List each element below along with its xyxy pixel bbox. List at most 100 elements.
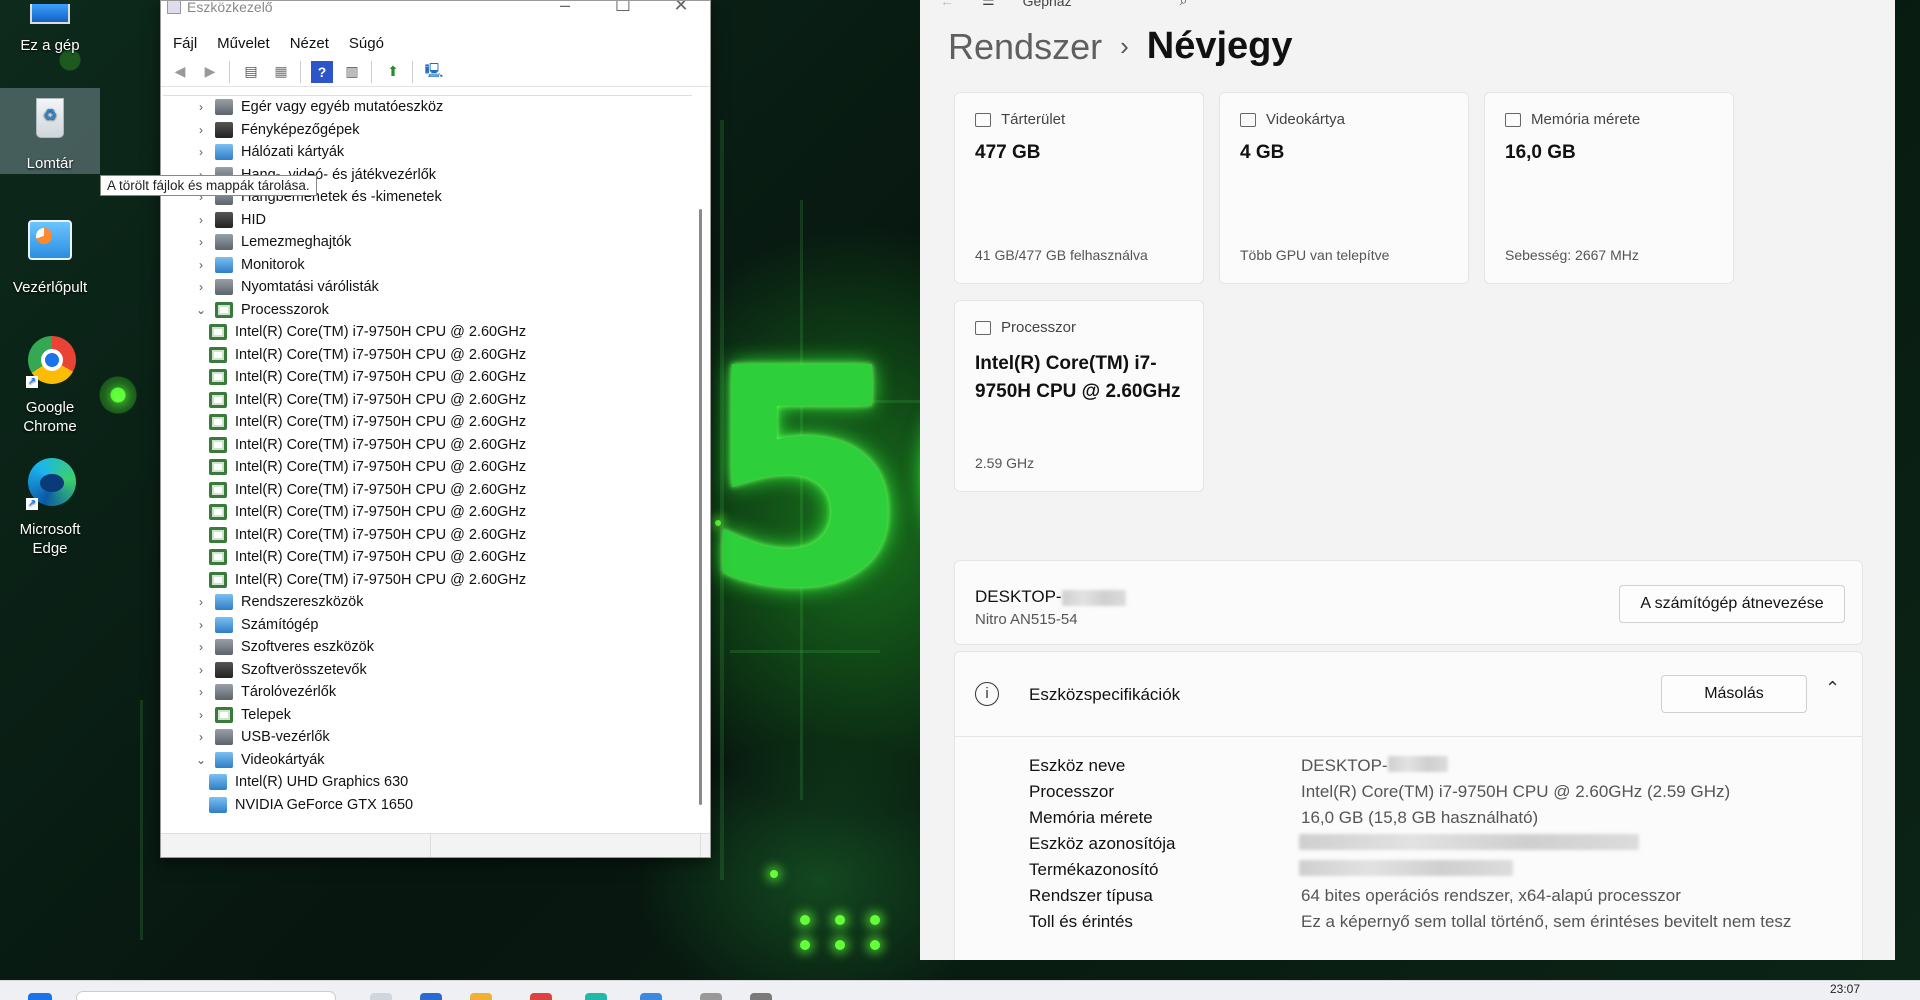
device-tree-category[interactable]: › Fényképezőgépek (163, 119, 692, 142)
action-pane-icon[interactable]: ▥ (341, 61, 363, 83)
back-icon[interactable]: ← (940, 0, 954, 9)
gpu-card[interactable]: Videokártya 4 GB Több GPU van telepítve (1219, 92, 1469, 284)
minimize-button[interactable]: – (536, 1, 594, 16)
device-tree-category[interactable]: › Nyomtatási várólisták (163, 276, 692, 299)
storage-card[interactable]: Tárterület 477 GB 41 GB/477 GB felhaszná… (954, 92, 1204, 284)
device-tree-category[interactable]: › Telepek (163, 704, 692, 727)
maximize-button[interactable]: ☐ (594, 1, 652, 16)
taskbar-app-icon[interactable] (370, 993, 392, 1000)
start-icon[interactable] (28, 993, 52, 1000)
device-tree-item[interactable]: Intel(R) Core(TM) i7-9750H CPU @ 2.60GHz (163, 344, 692, 367)
device-tree-category[interactable]: › Számítógép (163, 614, 692, 637)
chevron-up-icon[interactable]: ⌃ (1825, 678, 1840, 699)
spec-key: Toll és érintés (1029, 912, 1133, 931)
device-tree-item[interactable]: Intel(R) UHD Graphics 630 (163, 771, 692, 794)
copy-button[interactable]: Másolás (1661, 675, 1807, 713)
help-icon[interactable]: ? (311, 60, 333, 83)
taskbar-search-box[interactable] (76, 991, 336, 1000)
device-tree-category[interactable]: › USB-vezérlők (163, 726, 692, 749)
card-subtitle: 41 GB/477 GB felhasználva (975, 247, 1148, 263)
device-specs-panel: i Eszközspecifikációk Másolás ⌃ Eszköz n… (954, 651, 1863, 960)
chevron-right-icon[interactable]: › (193, 618, 209, 632)
chevron-right-icon[interactable]: › (193, 730, 209, 744)
chevron-right-icon[interactable]: › (193, 280, 209, 294)
device-tree-category[interactable]: › Lemezmeghajtók (163, 231, 692, 254)
menu-file[interactable]: Fájl (173, 35, 197, 52)
chevron-right-icon[interactable]: › (193, 145, 209, 159)
taskbar-app-icon[interactable] (750, 993, 772, 1000)
desktop-icon-google-chrome[interactable]: ↗ Google Chrome (0, 332, 100, 440)
device-tree-category[interactable]: › HID (163, 209, 692, 232)
chevron-right-icon[interactable]: › (193, 235, 209, 249)
device-tree-item[interactable]: Intel(R) Core(TM) i7-9750H CPU @ 2.60GHz (163, 479, 692, 502)
taskbar-app-icon[interactable] (640, 993, 662, 1000)
taskbar-app-icon[interactable] (585, 993, 607, 1000)
chevron-right-icon[interactable]: › (193, 663, 209, 677)
device-tree-category[interactable]: › Hálózati kártyák (163, 141, 692, 164)
device-tree-item[interactable]: Intel(R) Core(TM) i7-9750H CPU @ 2.60GHz (163, 546, 692, 569)
device-tree-category[interactable]: › Rendszereszközök (163, 591, 692, 614)
taskbar-app-icon[interactable] (420, 993, 442, 1000)
close-button[interactable]: ✕ (652, 1, 710, 16)
device-tree-item[interactable]: NVIDIA GeForce GTX 1650 (163, 794, 692, 817)
chevron-right-icon[interactable]: › (193, 123, 209, 137)
menu-action[interactable]: Művelet (217, 35, 270, 52)
device-tree-item[interactable]: Intel(R) Core(TM) i7-9750H CPU @ 2.60GHz (163, 524, 692, 547)
chevron-right-icon[interactable]: › (193, 595, 209, 609)
window-titlebar[interactable]: Eszközkezelő – ☐ ✕ (161, 1, 710, 19)
scan-hardware-icon[interactable]: 🖳 (423, 61, 445, 83)
device-tree-item[interactable]: Intel(R) Core(TM) i7-9750H CPU @ 2.60GHz (163, 501, 692, 524)
tree-item-label: Intel(R) UHD Graphics 630 (235, 774, 409, 791)
device-tree-item[interactable]: Intel(R) Core(TM) i7-9750H CPU @ 2.60GHz (163, 411, 692, 434)
desktop-icon-recycle-bin[interactable]: ♻ Lomtár (0, 88, 100, 174)
properties-icon[interactable]: ▦ (270, 61, 292, 83)
device-tree-category[interactable]: › Egér vagy egyéb mutatóeszköz (163, 96, 692, 119)
desktop-icon-microsoft-edge[interactable]: ↗ Microsoft Edge (0, 454, 100, 562)
show-hide-tree-icon[interactable]: ▤ (240, 61, 262, 83)
device-tree-category[interactable]: › Monitorok (163, 254, 692, 277)
breadcrumb-parent[interactable]: Rendszer (948, 26, 1102, 68)
device-tree-item[interactable]: Intel(R) Core(TM) i7-9750H CPU @ 2.60GHz (163, 366, 692, 389)
device-tree-item[interactable]: Intel(R) Core(TM) i7-9750H CPU @ 2.60GHz (163, 321, 692, 344)
chevron-right-icon[interactable]: › (193, 100, 209, 114)
taskbar-clock[interactable]: 23:07 (1830, 982, 1860, 996)
taskbar-app-icon[interactable] (470, 993, 492, 1000)
processor-card[interactable]: Processzor Intel(R) Core(TM) i7-9750H CP… (954, 300, 1204, 492)
device-tree-category[interactable]: › Szoftverösszetevők (163, 659, 692, 682)
device-tree-category[interactable]: › Szoftveres eszközök (163, 636, 692, 659)
rename-pc-button[interactable]: A számítógép átnevezése (1619, 585, 1845, 623)
desktop-icon-this-pc[interactable]: Ez a gép (0, 0, 100, 59)
taskbar-app-icon[interactable] (700, 993, 722, 1000)
menu-icon[interactable]: ☰ (982, 0, 995, 9)
chevron-right-icon[interactable]: › (193, 708, 209, 722)
chevron-right-icon[interactable]: › (193, 640, 209, 654)
spec-key: Processzor (1029, 782, 1115, 801)
desktop-icon-control-panel[interactable]: Vezérlőpult (0, 212, 100, 301)
chevron-down-icon[interactable]: ⌄ (193, 303, 209, 317)
search-icon[interactable]: ⌕ (1180, 0, 1188, 9)
chevron-right-icon[interactable]: › (193, 258, 209, 272)
device-tree-category[interactable]: ⌄ Processzorok (163, 299, 692, 322)
chevron-right-icon[interactable]: › (193, 685, 209, 699)
edge-icon: ↗ (22, 458, 78, 514)
chevron-right-icon[interactable]: › (193, 213, 209, 227)
page-title: Névjegy (1146, 25, 1293, 67)
scrollbar-thumb[interactable] (699, 209, 702, 805)
device-tree-item[interactable]: Intel(R) Core(TM) i7-9750H CPU @ 2.60GHz (163, 569, 692, 592)
device-tree-category[interactable]: › Tárolóvezérlők (163, 681, 692, 704)
chevron-down-icon[interactable]: ⌄ (193, 753, 209, 767)
forward-arrow-icon[interactable]: ▶ (199, 61, 221, 83)
device-tree-item[interactable]: Intel(R) Core(TM) i7-9750H CPU @ 2.60GHz (163, 456, 692, 479)
device-icon (215, 279, 233, 296)
back-arrow-icon[interactable]: ◀ (169, 61, 191, 83)
tree-item-label: Rendszereszközök (241, 594, 364, 611)
taskbar-app-icon[interactable] (530, 993, 552, 1000)
device-tree-item[interactable]: Intel(R) Core(TM) i7-9750H CPU @ 2.60GHz (163, 389, 692, 412)
device-tree-item[interactable]: Intel(R) Core(TM) i7-9750H CPU @ 2.60GHz (163, 434, 692, 457)
vertical-scrollbar[interactable] (694, 97, 708, 825)
memory-card[interactable]: Memória mérete 16,0 GB Sebesség: 2667 MH… (1484, 92, 1734, 284)
update-driver-icon[interactable]: ⬆ (382, 61, 404, 83)
menu-help[interactable]: Súgó (349, 35, 384, 52)
menu-view[interactable]: Nézet (290, 35, 329, 52)
device-tree-category[interactable]: ⌄ Videokártyák (163, 749, 692, 772)
